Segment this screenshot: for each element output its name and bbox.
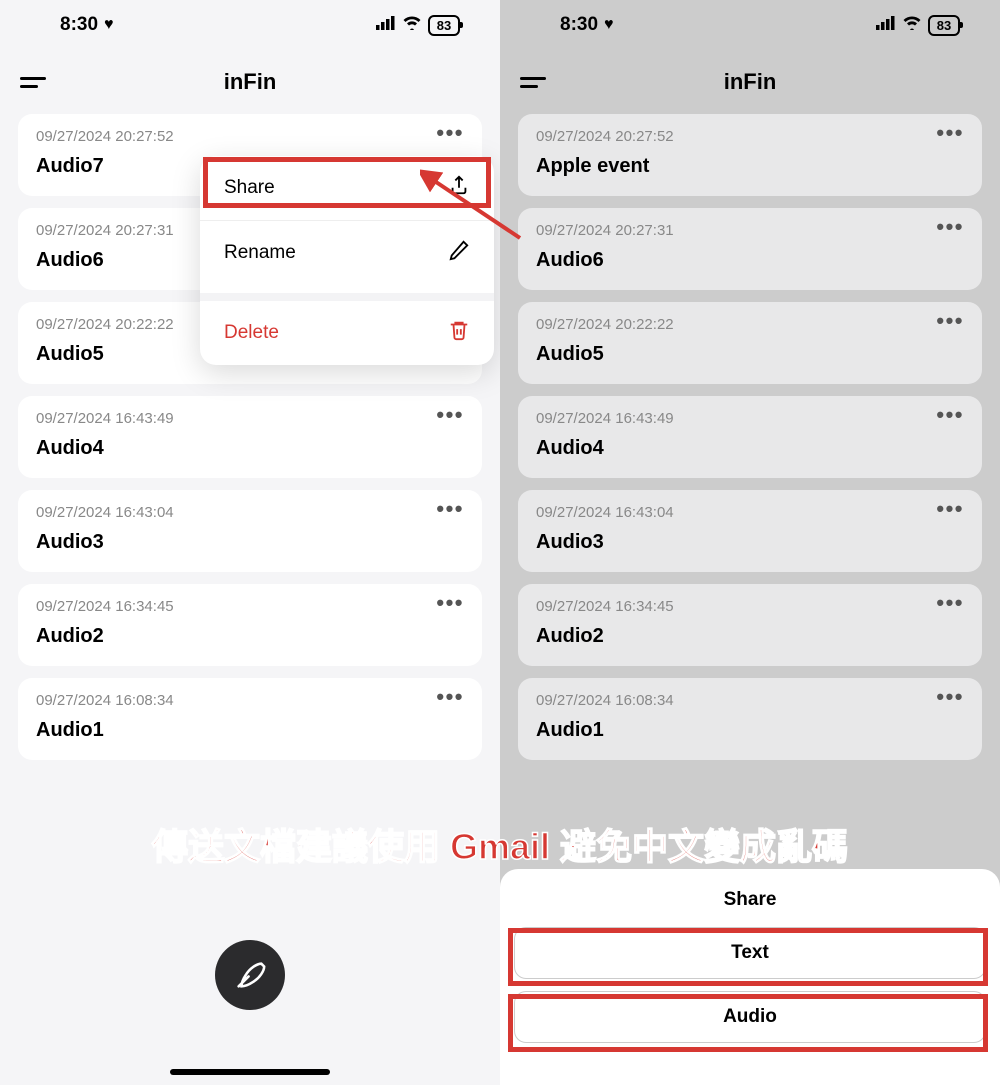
rename-menu-item[interactable]: Rename (200, 220, 494, 285)
status-left: 8:30 ♥ (560, 14, 614, 36)
status-left: 8:30 ♥ (60, 14, 114, 36)
list-item[interactable]: 09/27/2024 20:27:52 Apple event ••• (518, 114, 982, 196)
item-title: Audio4 (536, 437, 964, 460)
heart-icon: ♥ (604, 16, 614, 34)
phone-right: 8:30 ♥ 83 inFin 09/27/2024 20:27:52 Appl… (500, 0, 1000, 1085)
battery-icon: 83 (928, 15, 960, 36)
item-title: Audio3 (36, 531, 464, 554)
item-title: Audio2 (36, 625, 464, 648)
record-button[interactable] (215, 940, 285, 1010)
list-item[interactable]: 09/27/2024 16:08:34 Audio1 ••• (18, 678, 482, 760)
item-date: 09/27/2024 20:27:52 (36, 128, 464, 145)
battery-icon: 83 (428, 15, 460, 36)
more-icon[interactable]: ••• (436, 410, 464, 420)
context-menu: Share Rename Delete (200, 156, 494, 365)
delete-menu-item[interactable]: Delete (200, 293, 494, 365)
phone-left: 8:30 ♥ 83 inFin 09/27/2024 20:27:52 Audi… (0, 0, 500, 1085)
item-date: 09/27/2024 16:08:34 (536, 692, 964, 709)
share-icon (448, 174, 470, 202)
menu-icon[interactable] (20, 77, 46, 88)
item-title: Audio4 (36, 437, 464, 460)
more-icon[interactable]: ••• (936, 316, 964, 326)
signal-icon (876, 15, 896, 35)
more-icon[interactable]: ••• (936, 222, 964, 232)
item-title: Audio2 (536, 625, 964, 648)
pencil-icon (448, 239, 470, 267)
wifi-icon (402, 15, 422, 35)
rename-label: Rename (224, 242, 296, 264)
share-text-button[interactable]: Text (514, 927, 986, 979)
item-date: 09/27/2024 20:27:31 (536, 222, 964, 239)
item-title: Audio5 (536, 343, 964, 366)
app-title: inFin (224, 69, 277, 95)
share-label: Share (224, 177, 275, 199)
status-right: 83 (376, 15, 460, 36)
more-icon[interactable]: ••• (936, 598, 964, 608)
list-item[interactable]: 09/27/2024 16:08:34 Audio1 ••• (518, 678, 982, 760)
status-time: 8:30 (560, 14, 598, 36)
feather-icon (233, 958, 267, 992)
more-icon[interactable]: ••• (936, 504, 964, 514)
item-date: 09/27/2024 16:43:49 (536, 410, 964, 427)
more-icon[interactable]: ••• (936, 692, 964, 702)
status-time: 8:30 (60, 14, 98, 36)
item-date: 09/27/2024 16:34:45 (36, 598, 464, 615)
status-right: 83 (876, 15, 960, 36)
menu-icon[interactable] (520, 77, 546, 88)
item-date: 09/27/2024 16:43:49 (36, 410, 464, 427)
delete-label: Delete (224, 322, 279, 344)
nav-header: inFin (0, 50, 500, 114)
more-icon[interactable]: ••• (436, 504, 464, 514)
share-menu-item[interactable]: Share (200, 156, 494, 220)
nav-header: inFin (500, 50, 1000, 114)
list-item[interactable]: 09/27/2024 20:27:31 Audio6 ••• (518, 208, 982, 290)
more-icon[interactable]: ••• (936, 410, 964, 420)
list-item[interactable]: 09/27/2024 16:43:04 Audio3 ••• (18, 490, 482, 572)
item-title: Audio1 (536, 719, 964, 742)
list-item[interactable]: 09/27/2024 16:43:49 Audio4 ••• (518, 396, 982, 478)
app-title: inFin (724, 69, 777, 95)
more-icon[interactable]: ••• (436, 128, 464, 138)
list-item[interactable]: 09/27/2024 16:43:04 Audio3 ••• (518, 490, 982, 572)
list-item[interactable]: 09/27/2024 16:34:45 Audio2 ••• (518, 584, 982, 666)
item-date: 09/27/2024 16:43:04 (36, 504, 464, 521)
item-title: Apple event (536, 155, 964, 178)
status-bar: 8:30 ♥ 83 (0, 0, 500, 50)
item-date: 09/27/2024 20:22:22 (536, 316, 964, 333)
heart-icon: ♥ (104, 16, 114, 34)
item-date: 09/27/2024 16:43:04 (536, 504, 964, 521)
signal-icon (376, 15, 396, 35)
share-sheet: Share Text Audio (500, 869, 1000, 1085)
home-indicator[interactable] (170, 1069, 330, 1075)
more-icon[interactable]: ••• (436, 598, 464, 608)
item-date: 09/27/2024 16:08:34 (36, 692, 464, 709)
status-bar: 8:30 ♥ 83 (500, 0, 1000, 50)
more-icon[interactable]: ••• (936, 128, 964, 138)
list-item[interactable]: 09/27/2024 16:34:45 Audio2 ••• (18, 584, 482, 666)
list-item[interactable]: 09/27/2024 16:43:49 Audio4 ••• (18, 396, 482, 478)
item-title: Audio1 (36, 719, 464, 742)
list-item[interactable]: 09/27/2024 20:22:22 Audio5 ••• (518, 302, 982, 384)
share-sheet-title: Share (514, 889, 986, 911)
item-date: 09/27/2024 20:27:52 (536, 128, 964, 145)
audio-list-right: 09/27/2024 20:27:52 Apple event ••• 09/2… (500, 114, 1000, 760)
wifi-icon (902, 15, 922, 35)
item-title: Audio3 (536, 531, 964, 554)
more-icon[interactable]: ••• (436, 692, 464, 702)
trash-icon (448, 319, 470, 347)
share-audio-button[interactable]: Audio (514, 991, 986, 1043)
item-title: Audio6 (536, 249, 964, 272)
item-date: 09/27/2024 16:34:45 (536, 598, 964, 615)
